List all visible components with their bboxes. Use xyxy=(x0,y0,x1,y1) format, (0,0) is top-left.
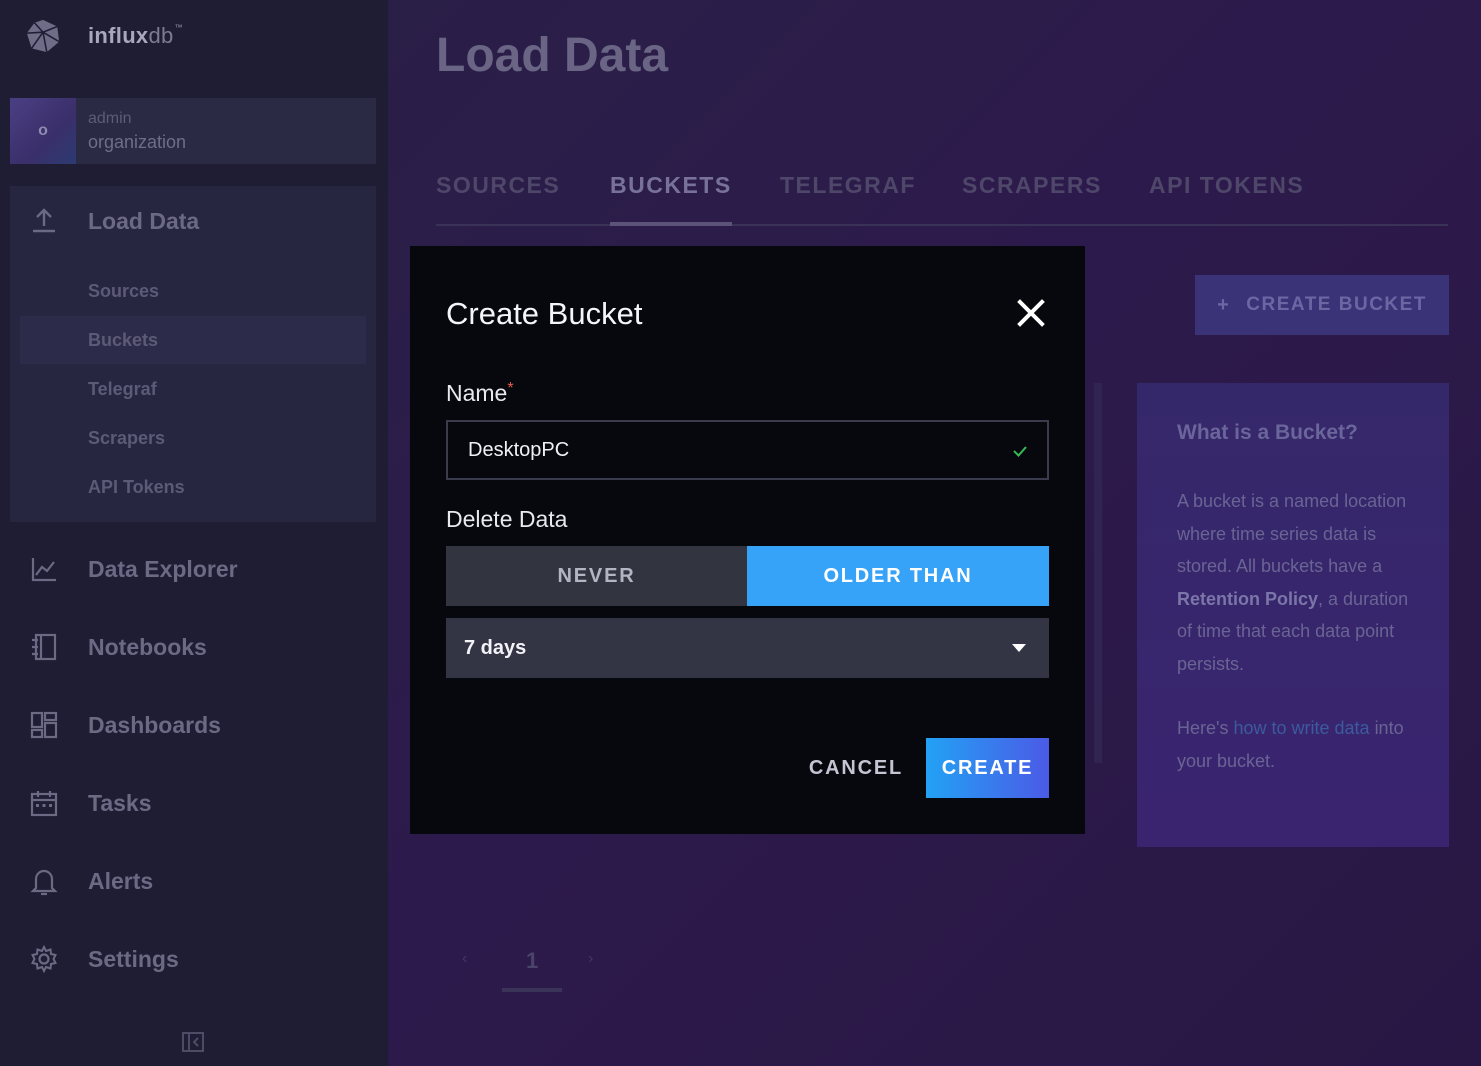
gear-icon xyxy=(28,943,60,975)
load-data-tabs: SOURCES BUCKETS TELEGRAF SCRAPERS API TO… xyxy=(436,168,1448,226)
org-avatar: o xyxy=(10,98,76,164)
create-bucket-modal: Create Bucket Name* Delete Data NEVER OL… xyxy=(410,246,1085,834)
collapse-sidebar-icon[interactable] xyxy=(181,1030,205,1054)
sidebar-item-dashboards[interactable]: Dashboards xyxy=(0,695,388,755)
never-toggle-button[interactable]: NEVER xyxy=(446,546,747,606)
sidebar-item-settings[interactable]: Settings xyxy=(0,929,388,989)
sidebar-item-label: Tasks xyxy=(88,789,152,816)
prev-page-icon[interactable]: ‹ xyxy=(462,950,467,968)
sidebar-item-tasks[interactable]: Tasks xyxy=(0,773,388,833)
bucket-info-panel: What is a Bucket? A bucket is a named lo… xyxy=(1137,383,1449,847)
sidebar-subitem-label: Scrapers xyxy=(88,427,166,448)
sidebar-subitem-scrapers[interactable]: Scrapers xyxy=(10,414,356,462)
info-body: A bucket is a named location where time … xyxy=(1177,491,1409,674)
tab-api-tokens[interactable]: API TOKENS xyxy=(1149,172,1304,199)
sidebar-item-label: Alerts xyxy=(88,867,154,894)
sidebar-subitem-label: Buckets xyxy=(88,329,159,350)
sidebar: influxdb™ o admin organization Load Data… xyxy=(0,0,388,1066)
notebook-icon xyxy=(28,631,60,663)
sidebar-item-alerts[interactable]: Alerts xyxy=(0,851,388,911)
required-mark: * xyxy=(507,380,514,397)
info-footer: Here's how to write data into your bucke… xyxy=(1177,718,1404,771)
older-than-toggle-button[interactable]: OLDER THAN xyxy=(747,546,1049,606)
chevron-down-icon xyxy=(1012,644,1026,652)
cancel-button[interactable]: CANCEL xyxy=(794,738,918,798)
tab-scrapers[interactable]: SCRAPERS xyxy=(962,172,1102,199)
active-page-indicator xyxy=(502,988,562,992)
sidebar-item-label: Load Data xyxy=(88,207,200,234)
load-data-nav-group: Load Data Sources Buckets Telegraf Scrap… xyxy=(10,186,376,522)
create-button[interactable]: CREATE xyxy=(926,738,1049,798)
sidebar-item-label: Notebooks xyxy=(88,633,207,660)
bell-icon xyxy=(28,865,60,897)
bucket-list-edge xyxy=(1094,383,1102,763)
sidebar-subitem-label: Telegraf xyxy=(88,378,157,399)
page-number[interactable]: 1 xyxy=(526,948,538,974)
sidebar-item-label: Settings xyxy=(88,945,179,972)
tab-sources[interactable]: SOURCES xyxy=(436,172,560,199)
bucket-name-input[interactable] xyxy=(468,438,988,462)
sidebar-subitem-buckets[interactable]: Buckets xyxy=(20,316,366,364)
sidebar-item-label: Dashboards xyxy=(88,711,221,738)
sidebar-item-load-data[interactable]: Load Data xyxy=(0,191,388,251)
page-title: Load Data xyxy=(436,29,669,82)
plus-icon: + xyxy=(1217,293,1231,316)
sidebar-subitem-label: API Tokens xyxy=(88,476,185,497)
create-bucket-button[interactable]: + CREATE BUCKET xyxy=(1195,275,1449,335)
create-bucket-label: CREATE BUCKET xyxy=(1246,294,1427,315)
sidebar-item-label: Data Explorer xyxy=(88,555,238,582)
upload-icon xyxy=(28,205,60,237)
info-title: What is a Bucket? xyxy=(1177,421,1358,444)
calendar-icon xyxy=(28,787,60,819)
write-data-link[interactable]: how to write data xyxy=(1233,718,1369,738)
bucket-name-field[interactable] xyxy=(446,420,1049,480)
dashboard-icon xyxy=(28,709,60,741)
sidebar-item-notebooks[interactable]: Notebooks xyxy=(0,617,388,677)
org-switcher[interactable]: o admin organization xyxy=(10,98,376,164)
retention-duration-value: 7 days xyxy=(464,636,527,659)
org-name: organization xyxy=(88,131,187,152)
influxdb-cube-icon xyxy=(26,19,60,53)
close-icon[interactable] xyxy=(1014,296,1048,330)
valid-check-icon xyxy=(1013,446,1027,457)
graph-icon xyxy=(28,553,60,585)
sidebar-subitem-api-tokens[interactable]: API Tokens xyxy=(10,463,356,511)
pagination: ‹ 1 › xyxy=(460,940,600,994)
sidebar-subitem-telegraf[interactable]: Telegraf xyxy=(10,365,356,413)
retention-policy-term: Retention Policy xyxy=(1177,588,1319,609)
tab-buckets[interactable]: BUCKETS xyxy=(610,172,732,199)
org-user-name: admin xyxy=(88,109,132,127)
logo-wordmark: influxdb™ xyxy=(88,23,183,48)
sidebar-subitem-label: Sources xyxy=(88,280,160,301)
modal-title: Create Bucket xyxy=(446,296,643,331)
retention-duration-dropdown[interactable]: 7 days xyxy=(446,618,1049,678)
retention-toggle: NEVER OLDER THAN xyxy=(446,546,1049,606)
delete-data-label: Delete Data xyxy=(446,506,568,532)
sidebar-subitem-sources[interactable]: Sources xyxy=(10,267,356,315)
sidebar-item-data-explorer[interactable]: Data Explorer xyxy=(0,539,388,599)
tab-telegraf[interactable]: TELEGRAF xyxy=(780,172,916,199)
active-tab-indicator xyxy=(610,222,732,226)
influxdb-logo[interactable]: influxdb™ xyxy=(24,16,183,56)
next-page-icon[interactable]: › xyxy=(588,950,593,968)
name-field-label: Name* xyxy=(446,380,514,406)
